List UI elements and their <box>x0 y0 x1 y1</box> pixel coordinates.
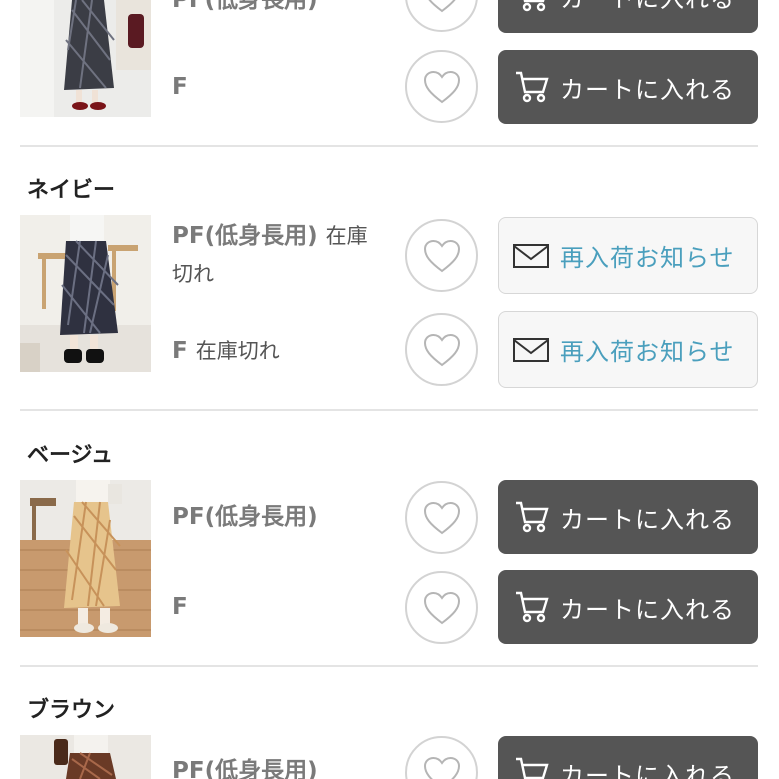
divider <box>20 665 758 667</box>
product-thumbnail-navy[interactable] <box>20 215 151 372</box>
favorite-button[interactable] <box>405 219 478 292</box>
favorite-button[interactable] <box>405 0 478 32</box>
size-label: PF(低身長用) 在庫切れ <box>172 223 368 286</box>
restock-notify-button[interactable]: 再入荷お知らせ <box>498 311 758 388</box>
envelope-icon <box>512 243 550 269</box>
cart-icon <box>514 590 550 624</box>
heart-outline-icon <box>423 70 460 103</box>
cart-icon <box>514 0 550 13</box>
cart-icon <box>514 756 550 779</box>
favorite-button[interactable] <box>405 481 478 554</box>
heart-outline-icon <box>423 756 460 779</box>
color-title-navy: ネイビー <box>27 178 116 203</box>
favorite-button[interactable] <box>405 571 478 644</box>
favorite-button[interactable] <box>405 736 478 779</box>
heart-outline-icon <box>423 333 460 366</box>
add-to-cart-button[interactable]: カートに入れる <box>498 0 758 33</box>
cart-icon <box>514 500 550 534</box>
add-to-cart-button[interactable]: カートに入れる <box>498 736 758 779</box>
color-title-brown: ブラウン <box>27 698 116 723</box>
favorite-button[interactable] <box>405 313 478 386</box>
size-label: PF(低身長用) <box>172 0 318 13</box>
cart-icon <box>514 70 550 104</box>
add-to-cart-button[interactable]: カートに入れる <box>498 50 758 124</box>
heart-outline-icon <box>423 501 460 534</box>
product-thumbnail-brown[interactable] <box>20 735 151 779</box>
favorite-button[interactable] <box>405 50 478 123</box>
size-label: F 在庫切れ <box>172 338 280 364</box>
stock-status: 在庫切れ <box>195 339 280 363</box>
restock-notify-button[interactable]: 再入荷お知らせ <box>498 217 758 294</box>
add-to-cart-button[interactable]: カートに入れる <box>498 570 758 644</box>
size-label: F <box>172 74 188 100</box>
heart-outline-icon <box>423 239 460 272</box>
envelope-icon <box>512 337 550 363</box>
divider <box>20 145 758 147</box>
heart-outline-icon <box>423 591 460 624</box>
heart-outline-icon <box>428 0 455 12</box>
divider <box>20 409 758 411</box>
size-label: PF(低身長用) <box>172 758 318 779</box>
size-label: F <box>172 594 188 620</box>
product-thumbnail-top[interactable] <box>20 0 151 117</box>
product-thumbnail-beige[interactable] <box>20 480 151 637</box>
add-to-cart-button[interactable]: カートに入れる <box>498 480 758 554</box>
color-title-beige: ベージュ <box>27 443 114 468</box>
size-label: PF(低身長用) <box>172 504 318 530</box>
